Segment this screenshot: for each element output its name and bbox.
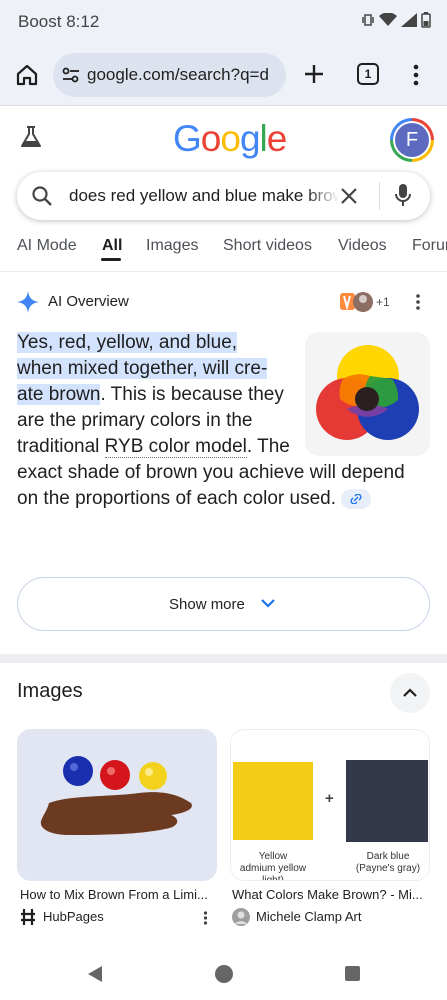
images-heading: Images xyxy=(17,680,83,702)
swatch-left-label-1: Yellow xyxy=(258,851,288,862)
back-icon[interactable] xyxy=(86,965,104,983)
new-tab-icon[interactable] xyxy=(302,62,326,86)
logo-letter: o xyxy=(200,118,222,159)
search-tabs: AI Mode All Images Short videos Videos F… xyxy=(0,228,447,272)
chevron-down-icon xyxy=(261,599,275,608)
tab-all[interactable]: All xyxy=(102,237,122,255)
microphone-icon[interactable] xyxy=(394,183,412,209)
ai-highlight-2: when mixed together, will cre- xyxy=(17,358,268,379)
ai-overview-title: AI Overview xyxy=(48,293,129,310)
status-icons xyxy=(361,12,431,28)
ryb-color-model-link[interactable]: RYB color model xyxy=(104,436,247,458)
more-vert-icon[interactable] xyxy=(203,911,208,925)
logo-letter: G xyxy=(173,118,202,159)
swatch-right-label: Dark blue (Payne's gray) xyxy=(346,851,429,875)
wifi-icon xyxy=(379,13,397,26)
source-favicons-icon[interactable] xyxy=(339,290,375,314)
search-divider xyxy=(379,182,380,210)
citation-link-chip[interactable] xyxy=(341,488,372,509)
ryb-color-wheel-image[interactable] xyxy=(305,332,430,456)
home-nav-icon[interactable] xyxy=(214,964,234,984)
michele-clamp-favicon-icon xyxy=(232,908,250,926)
tab-forums[interactable]: Forums xyxy=(412,237,447,255)
address-bar[interactable]: google.com/search?q=d xyxy=(53,53,286,97)
swatch-right-label-1: Dark blue xyxy=(366,851,410,862)
tab-ai-mode[interactable]: AI Mode xyxy=(17,237,77,255)
home-icon[interactable] xyxy=(14,62,40,88)
more-vert-icon[interactable] xyxy=(415,293,421,311)
section-separator xyxy=(0,654,447,663)
url-text: google.com/search?q=d xyxy=(87,65,269,84)
search-input[interactable]: does red yellow and blue make brown xyxy=(69,186,339,206)
chevron-up-icon xyxy=(403,688,417,697)
search-icon xyxy=(32,186,52,206)
ai-highlight-1: Yes, red, yellow, and blue, xyxy=(17,332,238,353)
site-settings-icon[interactable] xyxy=(61,66,81,84)
google-logo[interactable]: Google xyxy=(173,118,288,160)
ai-overview-header: AI Overview +1 xyxy=(17,290,431,314)
system-nav-bar xyxy=(0,948,447,1000)
image-result-title-2[interactable]: What Colors Make Brown? - Mi... xyxy=(232,887,430,902)
browser-toolbar: google.com/search?q=d 1 xyxy=(0,44,447,106)
ai-text-b: . The xyxy=(246,436,290,457)
show-more-button[interactable]: Show more xyxy=(17,577,430,631)
tab-images[interactable]: Images xyxy=(146,237,198,255)
image-result-title-1[interactable]: How to Mix Brown From a Limi... xyxy=(20,887,215,902)
logo-letter: l xyxy=(259,118,268,159)
recents-icon[interactable] xyxy=(344,965,361,982)
avatar-initial: F xyxy=(395,123,429,157)
vibrate-icon xyxy=(362,14,374,26)
ai-overview-text-cont: exact shade of brown you achieve will de… xyxy=(17,460,431,512)
link-icon xyxy=(350,493,362,505)
tab-switcher-button[interactable]: 1 xyxy=(357,63,379,85)
hubpages-favicon-icon xyxy=(21,909,35,925)
swatch-right-label-2: (Payne's gray) xyxy=(355,863,421,874)
swatch-left-label-2: admium yellow light) xyxy=(239,863,307,881)
ai-overview-text: Yes, red, yellow, and blue, when mixed t… xyxy=(17,330,297,460)
logo-letter: g xyxy=(239,118,261,159)
swatch-left-label: Yellow admium yellow light) xyxy=(231,851,315,881)
show-more-label: Show more xyxy=(169,596,245,613)
battery-icon xyxy=(421,12,431,28)
more-vert-icon[interactable] xyxy=(412,64,420,86)
logo-letter: e xyxy=(266,118,288,159)
ai-sparkle-icon xyxy=(17,291,39,313)
status-time: Boost 8:12 xyxy=(18,12,100,31)
logo-letter: o xyxy=(220,118,241,159)
image-result-source-1[interactable]: HubPages xyxy=(43,909,104,924)
status-bar: Boost 8:12 xyxy=(0,0,447,44)
image-result-paint[interactable] xyxy=(17,729,217,881)
labs-flask-icon[interactable] xyxy=(20,125,42,149)
close-icon[interactable] xyxy=(339,186,359,206)
tab-short-videos[interactable]: Short videos xyxy=(223,237,312,255)
collapse-button[interactable] xyxy=(390,673,430,713)
ai-highlight-3: ate brown xyxy=(17,384,101,405)
account-avatar[interactable]: F xyxy=(390,118,434,162)
signal-icon xyxy=(401,13,417,27)
tab-videos[interactable]: Videos xyxy=(338,237,387,255)
image-result-source-2[interactable]: Michele Clamp Art xyxy=(256,909,361,924)
image-result-swatches[interactable]: + Yellow admium yellow light) Dark blue … xyxy=(230,729,430,881)
swatch-plus: + xyxy=(325,790,334,807)
search-box[interactable]: does red yellow and blue make brown xyxy=(17,172,430,220)
sources-count[interactable]: +1 xyxy=(376,295,390,309)
active-tab-indicator xyxy=(101,258,121,261)
